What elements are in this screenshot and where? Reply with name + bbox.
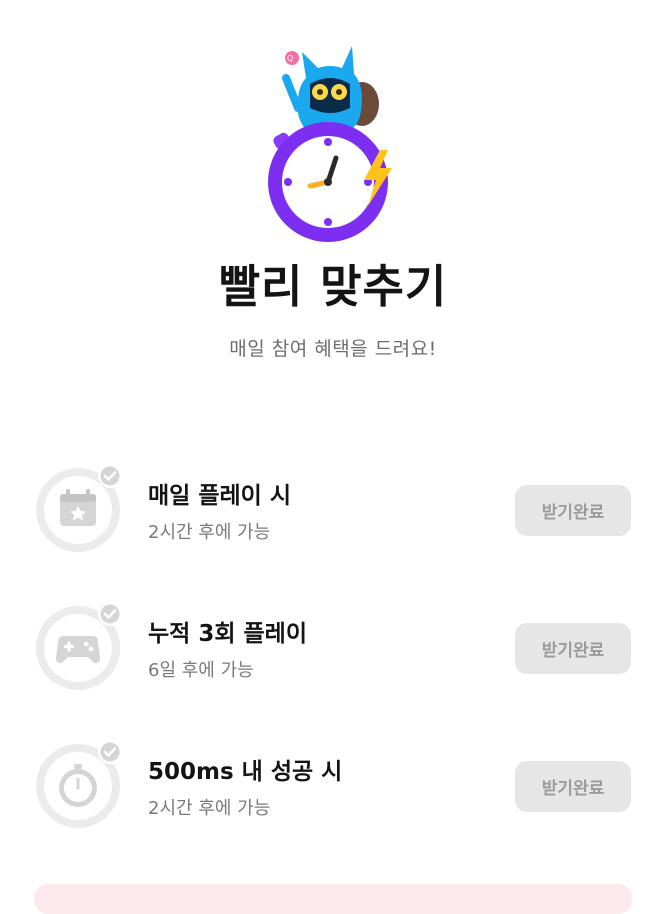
reward-item-cumulative-plays: 누적 3회 플레이 6일 후에 가능 받기완료 — [0, 578, 666, 716]
claim-completed-button[interactable]: 받기완료 — [515, 485, 631, 536]
mascot-stopwatch-illustration: Q — [268, 46, 392, 242]
bottom-banner[interactable] — [34, 884, 632, 914]
calendar-star-icon — [36, 464, 122, 552]
reward-title: 누적 3회 플레이 — [148, 621, 307, 647]
reward-title: 매일 플레이 시 — [148, 483, 291, 509]
reward-item-daily-play: 매일 플레이 시 2시간 후에 가능 받기완료 — [0, 440, 666, 578]
stopwatch-icon — [36, 740, 122, 828]
claim-completed-button[interactable]: 받기완료 — [515, 623, 631, 674]
reward-availability: 6일 후에 가능 — [148, 660, 254, 681]
svg-text:Q: Q — [287, 54, 293, 63]
page-subtitle: 매일 참여 혜택을 드려요! — [229, 338, 437, 360]
reward-availability: 2시간 후에 가능 — [148, 798, 271, 819]
reward-title: 500ms 내 성공 시 — [148, 759, 343, 785]
reward-item-fast-success: 500ms 내 성공 시 2시간 후에 가능 받기완료 — [0, 716, 666, 854]
hero-section: Q 빨리 맞추기 매일 참여 혜택을 드려요! — [0, 0, 666, 420]
page-title: 빨리 맞추기 — [218, 260, 448, 313]
reward-list: 매일 플레이 시 2시간 후에 가능 받기완료 누적 3회 플레이 6일 후에 … — [0, 440, 666, 854]
reward-availability: 2시간 후에 가능 — [148, 522, 271, 543]
gamepad-icon — [36, 602, 122, 690]
claim-completed-button[interactable]: 받기완료 — [515, 761, 631, 812]
